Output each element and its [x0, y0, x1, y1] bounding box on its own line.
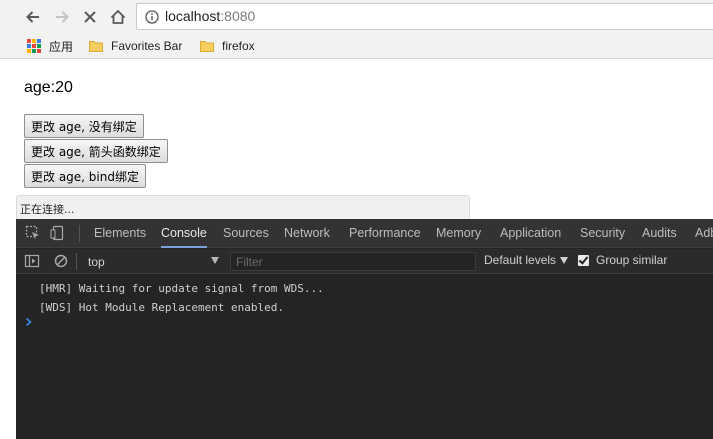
folder-icon	[200, 41, 214, 52]
apps-icon	[27, 39, 41, 53]
tab-security[interactable]: Security	[580, 219, 625, 248]
bookmark-favorites-bar[interactable]: Favorites Bar	[89, 38, 182, 54]
arrow-right-icon	[56, 11, 69, 23]
address-bar[interactable]: localhost:8080	[136, 3, 713, 30]
change-age-bind-button[interactable]: 更改 age, bind绑定	[24, 164, 146, 188]
tab-adb[interactable]: Adb	[695, 219, 713, 248]
forward-button[interactable]	[51, 6, 73, 28]
device-toolbar-icon[interactable]	[50, 225, 66, 241]
triangle-down-icon	[560, 256, 569, 264]
back-button[interactable]	[22, 6, 44, 28]
folder-icon	[89, 41, 103, 52]
tab-audits[interactable]: Audits	[642, 219, 677, 248]
close-icon	[84, 11, 96, 23]
console-prompt-icon[interactable]	[25, 317, 33, 327]
bookmark-apps[interactable]: 应用	[27, 38, 73, 54]
browser-toolbar: localhost:8080	[0, 0, 713, 34]
triangle-down-icon	[211, 257, 219, 264]
bookmark-label: Favorites Bar	[111, 39, 183, 53]
arrow-left-icon	[26, 11, 39, 23]
bookmark-firefox[interactable]: firefox	[200, 38, 255, 54]
bookmark-label: 应用	[49, 39, 74, 54]
bookmarks-bar: 应用 Favorites Bar firefox	[0, 34, 713, 59]
console-filter-input[interactable]	[230, 252, 476, 271]
clear-console-icon[interactable]	[53, 253, 69, 269]
toolbar-divider	[76, 253, 77, 270]
tab-elements[interactable]: Elements	[94, 219, 146, 248]
tab-performance[interactable]: Performance	[349, 219, 421, 248]
group-similar-checkbox[interactable]	[578, 254, 589, 266]
bookmark-label: firefox	[222, 39, 255, 53]
url-text[interactable]: localhost:8080	[165, 8, 255, 24]
change-age-no-bind-button[interactable]: 更改 age, 没有绑定	[24, 114, 144, 138]
tab-application[interactable]: Application	[500, 219, 561, 248]
console-message: [WDS] Hot Module Replacement enabled.	[39, 301, 285, 314]
console-filter-bar: top Default levels Group similar	[16, 249, 713, 274]
group-similar-toggle[interactable]: Group similar	[578, 253, 667, 267]
url-port: :8080	[220, 8, 256, 24]
age-display: age:20	[24, 79, 73, 97]
tab-memory[interactable]: Memory	[436, 219, 481, 248]
toolbar-divider	[79, 225, 80, 242]
stop-button[interactable]	[79, 6, 101, 28]
toggle-sidebar-icon[interactable]	[24, 253, 40, 269]
change-age-arrow-bind-button[interactable]: 更改 age, 箭头函数绑定	[24, 139, 168, 163]
group-similar-label: Group similar	[596, 253, 668, 267]
info-icon[interactable]	[145, 10, 159, 24]
console-message: [HMR] Waiting for update signal from WDS…	[39, 282, 324, 295]
log-levels-dropdown[interactable]: Default levels	[484, 253, 569, 267]
tab-sources[interactable]: Sources	[223, 219, 269, 248]
home-button[interactable]	[107, 6, 129, 28]
home-icon	[110, 9, 126, 24]
age-value: 20	[55, 79, 73, 96]
tab-console[interactable]: Console	[161, 219, 207, 248]
context-label: top	[88, 255, 105, 269]
context-selector[interactable]: top	[79, 251, 219, 272]
devtools-panel: Elements Console Sources Network Perform…	[16, 219, 713, 439]
console-output: [HMR] Waiting for update signal from WDS…	[16, 275, 713, 439]
levels-label: Default levels	[484, 253, 557, 267]
status-bubble: 正在连接...	[16, 195, 470, 219]
inspect-element-icon[interactable]	[25, 225, 41, 241]
age-label: age:	[24, 79, 56, 96]
page-content: age:20 更改 age, 没有绑定 更改 age, 箭头函数绑定 更改 ag…	[0, 60, 713, 219]
url-host: localhost	[165, 8, 221, 24]
devtools-tabbar: Elements Console Sources Network Perform…	[16, 219, 713, 248]
tab-network[interactable]: Network	[284, 219, 330, 248]
